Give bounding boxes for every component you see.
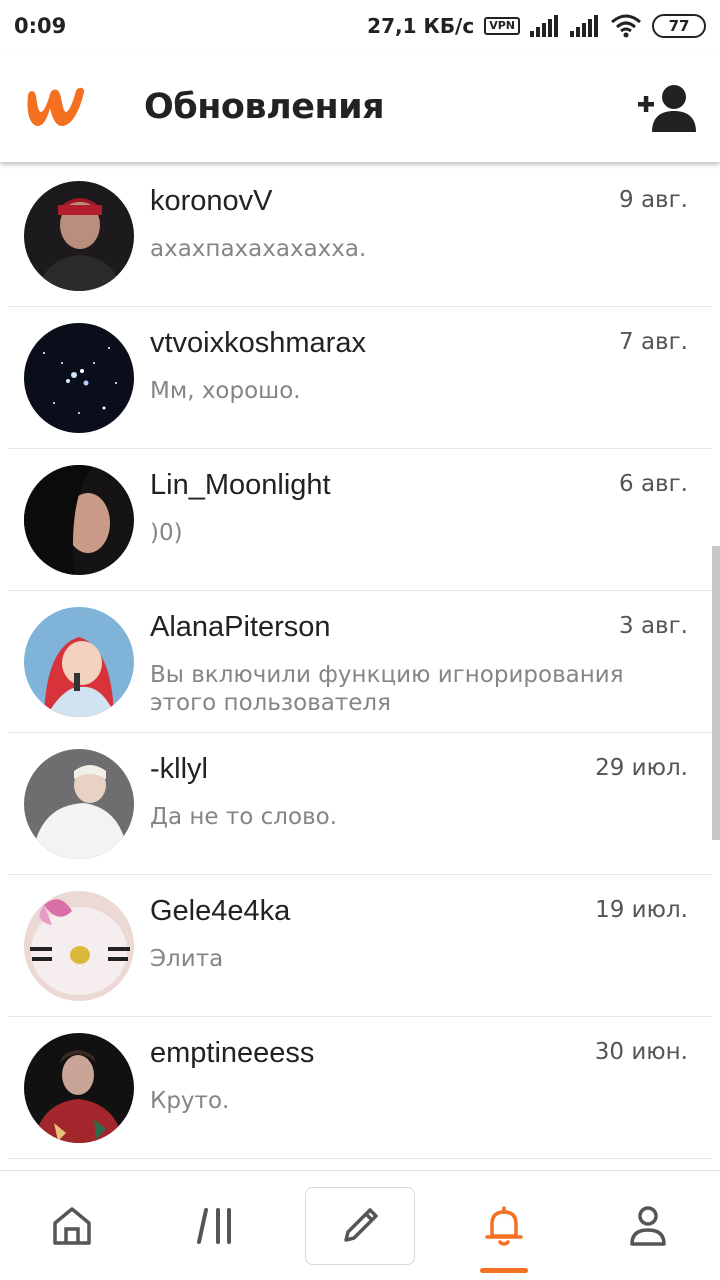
write-button[interactable] (305, 1186, 415, 1265)
message-preview: Мм, хорошо. (150, 378, 301, 404)
message-preview: Да не то слово. (150, 804, 338, 830)
message-preview: ахахпахахахахха. (150, 236, 367, 262)
message-date: 7 авг. (619, 329, 688, 355)
nav-library[interactable] (144, 1171, 288, 1280)
username: AlanaPiterson (150, 611, 331, 643)
message-preview: Вы включили функцию игнорирования этого … (150, 662, 624, 716)
battery-level: 77 (668, 17, 690, 35)
signal-icon (570, 15, 600, 37)
avatar[interactable] (24, 323, 134, 433)
message-date: 3 авг. (619, 613, 688, 639)
avatar[interactable] (24, 749, 134, 859)
library-icon (197, 1207, 231, 1244)
bottom-nav (0, 1170, 720, 1280)
list-item[interactable]: Lin_Moonlight 6 авг. )0) (8, 449, 712, 591)
wattpad-logo (27, 87, 85, 126)
message-preview: Элита (150, 946, 224, 972)
list-item[interactable]: koronovV 9 авг. ахахпахахахахха. (8, 165, 712, 307)
nav-write[interactable] (288, 1171, 432, 1280)
message-preview: Круто. (150, 1088, 230, 1114)
signal-icon (530, 15, 560, 37)
status-time: 0:09 (14, 14, 67, 38)
active-tab-indicator (480, 1267, 528, 1273)
write-icon (344, 1207, 378, 1242)
avatar[interactable] (24, 181, 134, 291)
nav-profile[interactable] (576, 1171, 720, 1280)
home-icon (53, 1206, 91, 1245)
network-speed: 27,1 КБ/с (367, 14, 475, 38)
scrollbar[interactable] (712, 546, 720, 840)
list-item[interactable]: Gele4e4ka 19 июл. Элита (8, 875, 712, 1017)
message-date: 6 авг. (619, 471, 688, 497)
message-date: 9 авг. (619, 187, 688, 213)
vpn-badge: VPN (484, 17, 520, 35)
message-date: 29 июл. (595, 755, 688, 781)
nav-home[interactable] (0, 1171, 144, 1280)
username: koronovV (150, 185, 273, 217)
add-user-button[interactable] (638, 82, 696, 132)
notifications-icon (485, 1205, 523, 1246)
message-date: 19 июл. (595, 897, 688, 923)
username: vtvoixkoshmarax (150, 327, 366, 359)
username: -kllyl (150, 753, 208, 785)
avatar[interactable] (24, 891, 134, 1001)
message-preview: )0) (150, 520, 183, 546)
status-bar: 0:09 27,1 КБ/с VPN 77 (0, 0, 720, 52)
avatar[interactable] (24, 465, 134, 575)
list-item[interactable]: AlanaPiterson 3 авг. Вы включили функцию… (8, 591, 712, 733)
updates-list: koronovV 9 авг. ахахпахахахахха. vtvoixk… (0, 165, 720, 1170)
username: Gele4e4ka (150, 895, 291, 927)
app-bar: Обновления (0, 52, 720, 162)
message-date: 30 июн. (594, 1039, 688, 1065)
wifi-icon (610, 14, 642, 38)
status-indicators: 27,1 КБ/с VPN 77 (367, 14, 706, 38)
list-item[interactable]: vtvoixkoshmarax 7 авг. Мм, хорошо. (8, 307, 712, 449)
battery-icon: 77 (652, 14, 706, 38)
nav-notifications[interactable] (432, 1171, 576, 1280)
page-title: Обновления (144, 87, 385, 127)
profile-icon (630, 1205, 666, 1246)
avatar[interactable] (24, 1033, 134, 1143)
username: emptineeess (150, 1037, 315, 1069)
username: Lin_Moonlight (150, 469, 331, 501)
list-item[interactable]: -kllyl 29 июл. Да не то слово. (8, 733, 712, 875)
list-item[interactable]: emptineeess 30 июн. Круто. (8, 1017, 712, 1159)
avatar[interactable] (24, 607, 134, 717)
